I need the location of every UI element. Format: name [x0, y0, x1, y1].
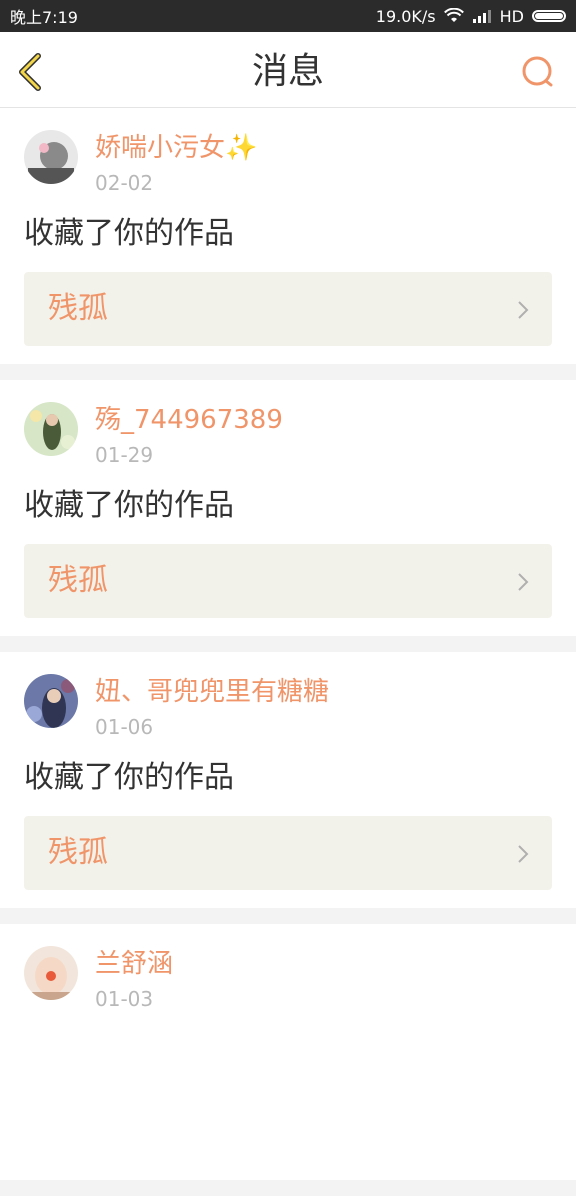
message-date: 01-29: [95, 443, 154, 467]
network-speed: 19.0K/s: [375, 6, 436, 26]
search-button[interactable]: [520, 54, 556, 90]
username[interactable]: 殇_744967389: [95, 404, 283, 436]
message-date: 01-03: [95, 987, 154, 1011]
status-time: 晚上7:19: [10, 8, 78, 27]
work-link[interactable]: 残孤: [24, 272, 552, 346]
work-title: 残孤: [48, 563, 108, 598]
avatar[interactable]: [24, 674, 78, 728]
status-bar: 晚上7:19 19.0K/s HD: [0, 0, 576, 32]
signal-icon: [472, 10, 491, 23]
work-link[interactable]: 残孤: [24, 544, 552, 618]
page-title: 消息: [251, 51, 324, 92]
message-action: 收藏了你的作品: [24, 216, 234, 251]
message-card: 娇喘小污女✨ 02-02 收藏了你的作品 残孤: [0, 108, 576, 364]
message-date: 01-06: [95, 715, 154, 739]
avatar[interactable]: [24, 946, 78, 1000]
chevron-right-icon: [518, 301, 529, 319]
wifi-icon: [443, 8, 464, 22]
message-card: 兰舒涵 01-03: [0, 924, 576, 1180]
work-title: 残孤: [48, 835, 108, 870]
avatar[interactable]: [24, 402, 78, 456]
app-header: 消息: [0, 32, 576, 108]
username[interactable]: 兰舒涵: [95, 948, 173, 980]
work-link[interactable]: 残孤: [24, 816, 552, 890]
chevron-right-icon: [518, 573, 529, 591]
username[interactable]: 妞、哥兜兜里有糖糖: [95, 676, 329, 708]
username[interactable]: 娇喘小污女✨: [95, 132, 257, 164]
network-type: HD: [499, 6, 524, 26]
message-date: 02-02: [95, 171, 154, 195]
chevron-right-icon: [518, 845, 529, 863]
work-title: 残孤: [48, 291, 108, 326]
message-action: 收藏了你的作品: [24, 488, 234, 523]
message-card: 妞、哥兜兜里有糖糖 01-06 收藏了你的作品 残孤: [0, 652, 576, 908]
search-icon: [522, 56, 553, 87]
status-indicators: 19.0K/s HD: [376, 7, 566, 26]
avatar[interactable]: [24, 130, 78, 184]
message-card: 殇_744967389 01-29 收藏了你的作品 残孤: [0, 380, 576, 636]
battery-icon: [532, 10, 566, 22]
message-list: 娇喘小污女✨ 02-02 收藏了你的作品 残孤 殇_744967389 01-2…: [0, 108, 576, 1196]
message-action: 收藏了你的作品: [24, 760, 234, 795]
